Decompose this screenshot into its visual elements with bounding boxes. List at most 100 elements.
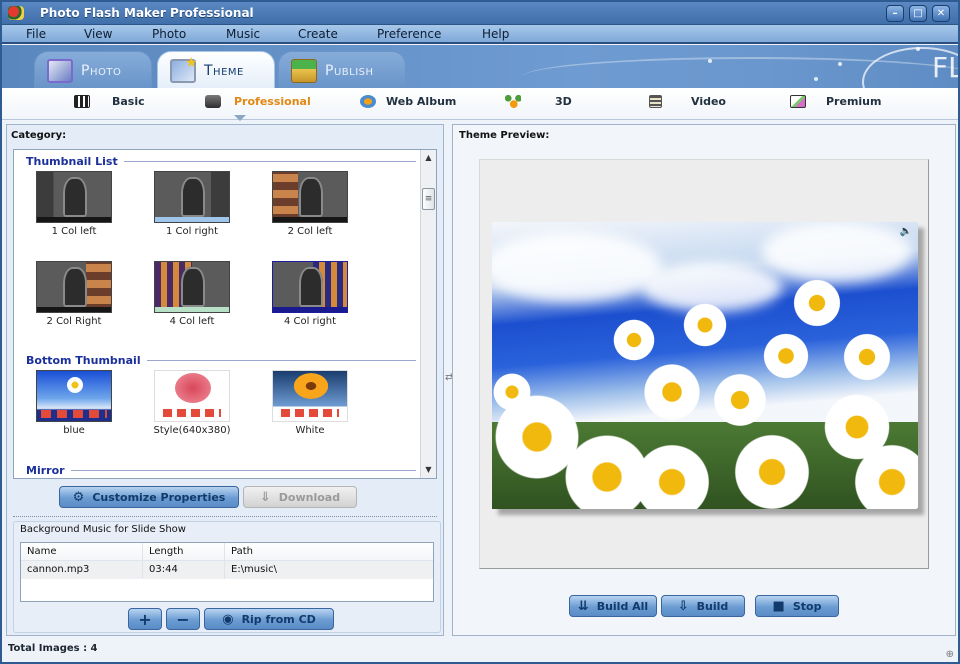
theme-preview-image xyxy=(36,261,112,313)
menu-preference[interactable]: Preference xyxy=(377,27,441,41)
daisy xyxy=(612,318,656,362)
subtab-professional-label: Professional xyxy=(234,95,311,108)
resize-grip-icon[interactable]: ⊕ xyxy=(946,649,954,660)
stop-button[interactable]: ■ Stop xyxy=(755,595,839,617)
theme-thumb-4-col-left[interactable]: 4 Col left xyxy=(152,261,232,327)
double-down-arrow-icon: ⇊ xyxy=(577,598,589,614)
maximize-button[interactable]: □ xyxy=(909,5,927,22)
category-label: Category: xyxy=(11,130,67,141)
title-bar: Photo Flash Maker Professional – □ ✕ xyxy=(2,2,958,24)
daisy xyxy=(492,372,532,412)
preview-slideshow-image[interactable]: 🔈 xyxy=(492,222,918,509)
theme-preview-image xyxy=(154,171,230,223)
tab-theme-label: Theme xyxy=(204,62,244,79)
menu-photo[interactable]: Photo xyxy=(152,27,186,41)
daisy xyxy=(842,332,892,382)
column-name[interactable]: Name xyxy=(21,543,143,560)
banner-logo-text: FL xyxy=(932,51,958,84)
section-rule xyxy=(123,161,416,162)
column-length[interactable]: Length xyxy=(143,543,225,560)
theme-thumb-2-col-left[interactable]: 2 Col left xyxy=(270,171,350,237)
theme-category-tabs: Basic Professional Web Album 3D Video Pr… xyxy=(2,88,958,121)
theme-preview-image xyxy=(272,171,348,223)
tab-publish[interactable]: Publish xyxy=(278,51,406,88)
theme-name: 4 Col right xyxy=(283,316,337,327)
background-music-group: Background Music for Slide Show Name Len… xyxy=(13,521,441,633)
theme-name: White xyxy=(295,425,325,436)
rip-from-cd-button[interactable]: ◉ Rip from CD xyxy=(204,608,334,630)
category-panel: Category: Thumbnail List 1 Col left 1 Co… xyxy=(6,124,444,636)
theme-name: 2 Col left xyxy=(287,226,333,237)
customize-properties-button[interactable]: ⚙ Customize Properties xyxy=(59,486,239,508)
build-all-button[interactable]: ⇊ Build All xyxy=(569,595,657,617)
section-rule xyxy=(70,470,416,471)
subtab-video[interactable]: Video xyxy=(649,95,726,108)
theme-name: 2 Col Right xyxy=(46,316,102,327)
briefcase-icon xyxy=(205,95,221,108)
app-window: Photo Flash Maker Professional – □ ✕ Fil… xyxy=(0,0,960,664)
subtab-web-album[interactable]: Web Album xyxy=(360,95,456,108)
menu-file[interactable]: File xyxy=(26,27,46,41)
gear-icon: ⚙ xyxy=(72,489,85,505)
scroll-thumb[interactable]: ≡ xyxy=(422,188,435,210)
music-name: cannon.mp3 xyxy=(21,561,143,579)
banner-sparkle xyxy=(916,47,920,51)
window-controls: – □ ✕ xyxy=(886,5,950,22)
music-path: E:\music\ xyxy=(231,564,277,575)
subtab-3d[interactable]: 3D xyxy=(505,95,572,108)
stop-square-icon: ■ xyxy=(772,598,785,614)
rip-from-cd-label: Rip from CD xyxy=(241,612,316,626)
theme-thumb-1-col-right[interactable]: 1 Col right xyxy=(152,171,232,237)
subtab-premium[interactable]: Premium xyxy=(790,95,881,108)
piano-icon xyxy=(74,95,90,108)
theme-thumb-blue[interactable]: blue xyxy=(34,370,114,436)
stop-label: Stop xyxy=(792,599,822,613)
music-length: 03:44 xyxy=(143,561,225,579)
scroll-down-arrow-icon[interactable]: ▼ xyxy=(423,464,434,476)
menu-view[interactable]: View xyxy=(84,27,112,41)
main-tab-bar: FL Photo Theme Publish xyxy=(2,45,958,88)
section-title: Mirror xyxy=(26,464,65,477)
daisy xyxy=(732,432,812,509)
status-total-images: Total Images : 4 xyxy=(8,643,98,654)
close-button[interactable]: ✕ xyxy=(932,5,950,22)
menu-help[interactable]: Help xyxy=(482,27,509,41)
banner-sparkle xyxy=(814,77,818,81)
subtab-basic-label: Basic xyxy=(112,95,145,108)
speaker-icon[interactable]: 🔈 xyxy=(900,226,912,237)
window-title: Photo Flash Maker Professional xyxy=(40,6,254,20)
column-path[interactable]: Path xyxy=(225,543,433,560)
section-thumbnail-list: Thumbnail List xyxy=(26,155,416,168)
theme-thumb-style-640x380[interactable]: Style(640x380) xyxy=(152,370,232,436)
menu-create[interactable]: Create xyxy=(298,27,338,41)
theme-thumb-1-col-left[interactable]: 1 Col left xyxy=(34,171,114,237)
remove-music-button[interactable]: − xyxy=(166,608,200,630)
subtab-professional[interactable]: Professional xyxy=(205,95,311,108)
tab-theme[interactable]: Theme xyxy=(157,51,275,88)
build-button[interactable]: ⇩ Build xyxy=(661,595,745,617)
category-scrollbar[interactable]: ▲ ≡ ▼ xyxy=(420,150,436,478)
section-rule xyxy=(146,360,416,361)
subtab-3d-label: 3D xyxy=(555,95,572,108)
theme-thumb-4-col-right[interactable]: 4 Col right xyxy=(270,261,350,327)
theme-preview-image xyxy=(36,171,112,223)
menu-music[interactable]: Music xyxy=(226,27,260,41)
publish-box-icon xyxy=(291,58,317,83)
subtab-basic[interactable]: Basic xyxy=(74,95,145,108)
molecule-icon xyxy=(505,95,521,108)
minimize-button[interactable]: – xyxy=(886,5,904,22)
premium-picture-icon xyxy=(790,95,806,108)
theme-thumb-white[interactable]: White xyxy=(270,370,350,436)
theme-preview-frame: 🔈 xyxy=(479,159,929,569)
film-icon xyxy=(649,95,662,108)
music-row[interactable]: cannon.mp3 03:44 E:\music\ xyxy=(21,561,433,579)
theme-thumb-2-col-right[interactable]: 2 Col Right xyxy=(34,261,114,327)
scroll-up-arrow-icon[interactable]: ▲ xyxy=(423,152,434,164)
theme-preview-image xyxy=(154,261,230,313)
subtab-video-label: Video xyxy=(691,95,726,108)
down-arrow-icon: ⇩ xyxy=(677,598,689,614)
download-button[interactable]: ⇓ Download xyxy=(243,486,357,508)
menu-bar: File View Photo Music Create Preference … xyxy=(2,24,958,44)
add-music-button[interactable]: + xyxy=(128,608,162,630)
tab-photo[interactable]: Photo xyxy=(34,51,152,88)
